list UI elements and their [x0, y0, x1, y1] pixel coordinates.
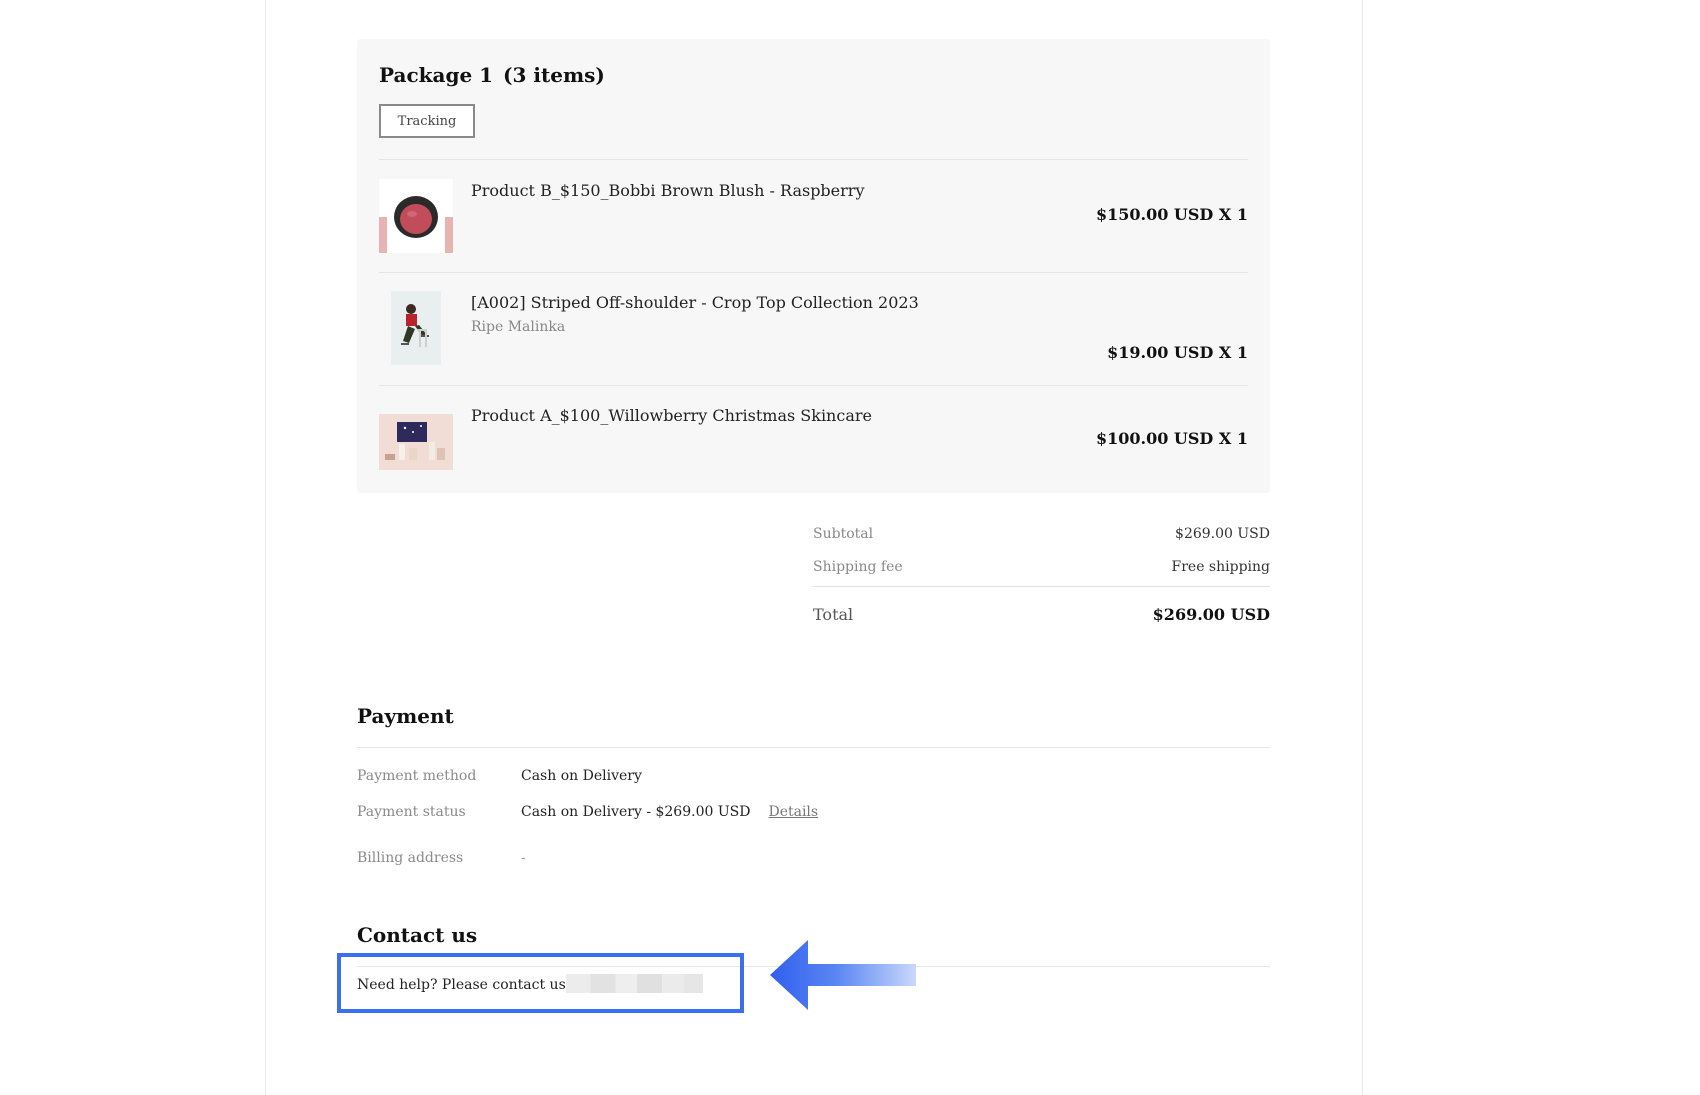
- summary-divider: [813, 586, 1270, 587]
- payment-status-text: Cash on Delivery - $269.00 USD: [521, 804, 751, 820]
- blush-compact-image[interactable]: [379, 179, 453, 253]
- package-card: Package 1 (3 items) Tracking Product B_$1…: [357, 39, 1270, 493]
- payment-method-label: Payment method: [357, 768, 477, 784]
- payment-method-value: Cash on Delivery: [521, 768, 642, 784]
- shipping-row: Shipping fee Free shipping: [813, 559, 1270, 575]
- contact-title: Contact us: [357, 923, 478, 947]
- shipping-label: Shipping fee: [813, 559, 903, 575]
- billing-address-value: -: [521, 850, 526, 866]
- total-value: $269.00 USD: [1152, 605, 1270, 624]
- details-link[interactable]: Details: [768, 804, 818, 820]
- highlight-box: [337, 953, 744, 1013]
- skincare-set-image[interactable]: [379, 414, 453, 470]
- package-title: Package 1 (3 items): [379, 63, 605, 87]
- package-name: Package 1: [379, 63, 494, 87]
- subtotal-value: $269.00 USD: [1175, 526, 1270, 542]
- payment-status-value: Cash on Delivery - $269.00 USD Details: [521, 804, 818, 820]
- package-item-row: [A002] Striped Off-shoulder - Crop Top C…: [379, 272, 1248, 385]
- item-name[interactable]: [A002] Striped Off-shoulder - Crop Top C…: [471, 293, 919, 312]
- item-name[interactable]: Product A_$100_Willowberry Christmas Ski…: [471, 406, 872, 425]
- subtotal-row: Subtotal $269.00 USD: [813, 526, 1270, 542]
- payment-divider: [357, 747, 1270, 748]
- package-item-count: (3 items): [503, 63, 605, 87]
- pointer-arrow-icon: [770, 940, 916, 1010]
- package-item-row: Product A_$100_Willowberry Christmas Ski…: [379, 385, 1248, 485]
- subtotal-label: Subtotal: [813, 526, 874, 542]
- item-name[interactable]: Product B_$150_Bobbi Brown Blush - Raspb…: [471, 181, 864, 200]
- tracking-button[interactable]: Tracking: [379, 104, 475, 138]
- item-price: $100.00 USD X 1: [1095, 429, 1248, 448]
- item-variant: Ripe Malinka: [471, 319, 566, 335]
- payment-status-label: Payment status: [357, 804, 466, 820]
- payment-title: Payment: [357, 704, 454, 728]
- shipping-value: Free shipping: [1171, 559, 1271, 575]
- item-price: $150.00 USD X 1: [1095, 205, 1248, 224]
- item-price: $19.00 USD X 1: [1107, 343, 1248, 362]
- billing-address-label: Billing address: [357, 850, 464, 866]
- total-label: Total: [813, 605, 854, 624]
- package-item-row: Product B_$150_Bobbi Brown Blush - Raspb…: [379, 159, 1248, 272]
- model-photo-image[interactable]: [391, 291, 441, 365]
- total-row: Total $269.00 USD: [813, 605, 1270, 624]
